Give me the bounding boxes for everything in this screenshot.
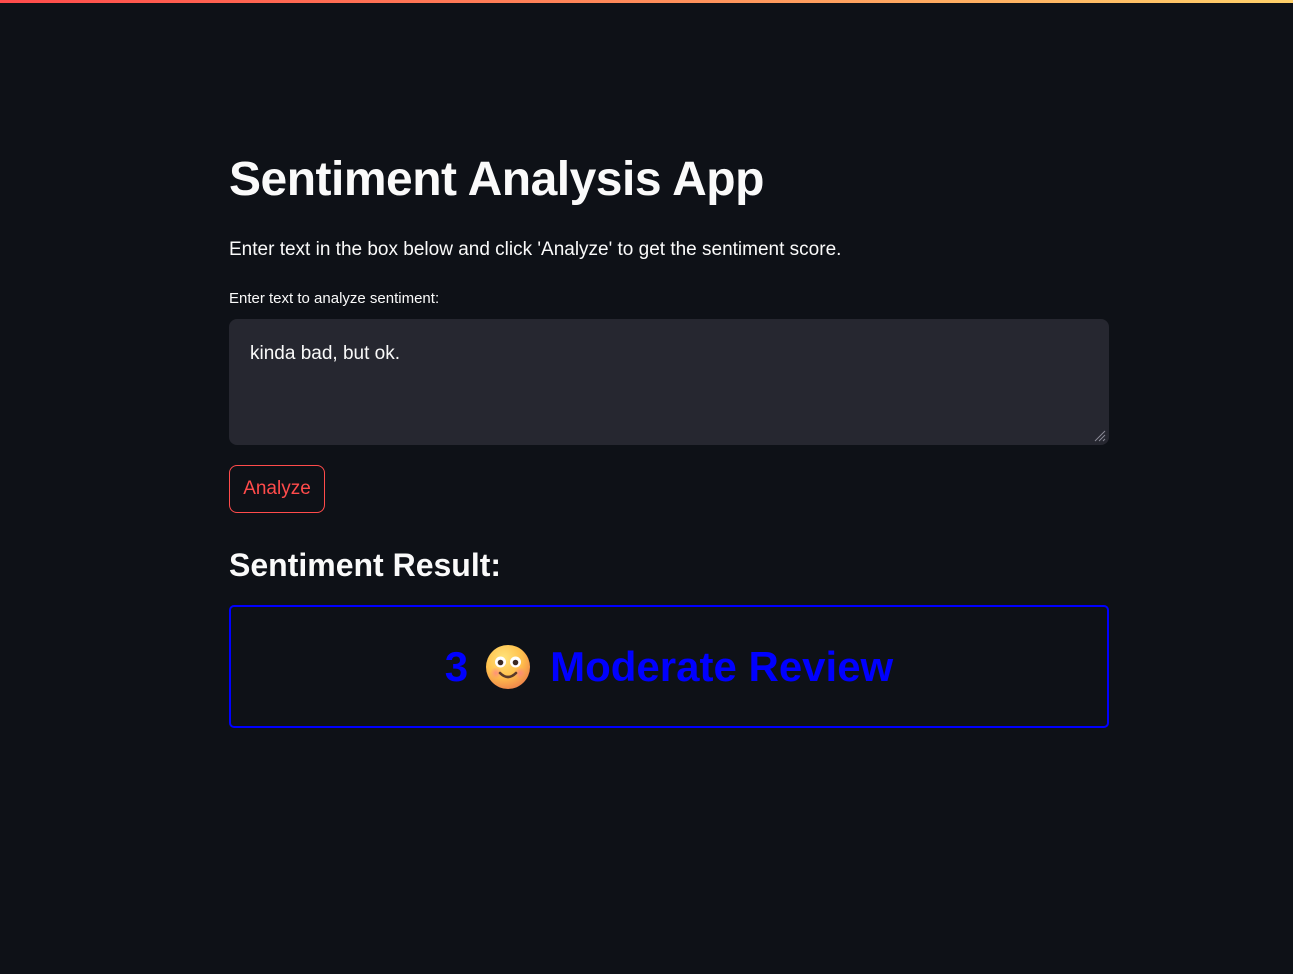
- smiling-face-emoji-icon: [486, 644, 531, 689]
- sentiment-text-input[interactable]: [229, 319, 1109, 445]
- result-content: 3 Moderate Review: [445, 643, 893, 691]
- sentiment-label: Moderate Review: [550, 642, 894, 690]
- result-heading: Sentiment Result:: [229, 547, 502, 583]
- intro-text: Enter text in the box below and click 'A…: [229, 239, 842, 260]
- analyze-button[interactable]: Analyze: [229, 465, 325, 513]
- sentiment-score: 3: [444, 642, 469, 690]
- text-input-container: [229, 319, 1109, 445]
- top-decoration-stripe: [0, 0, 1293, 3]
- text-input-label: Enter text to analyze sentiment:: [229, 290, 440, 307]
- page-title: Sentiment Analysis App: [229, 153, 764, 206]
- result-box: 3 Moderate Review: [229, 605, 1109, 728]
- resize-grip-icon[interactable]: [1092, 428, 1106, 442]
